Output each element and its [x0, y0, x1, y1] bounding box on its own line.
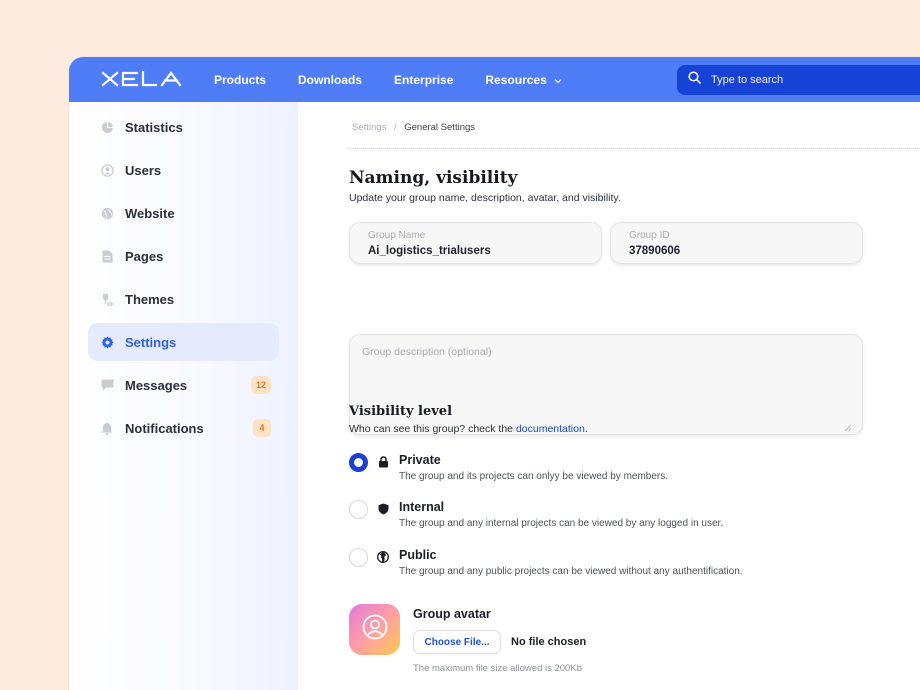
sidebar-item-notifications[interactable]: Notifications 4: [88, 409, 279, 447]
sidebar-item-label: Notifications: [125, 420, 204, 436]
notifications-count-badge: 4: [253, 419, 271, 437]
sidebar-item-label: Statistics: [125, 119, 183, 135]
globe-icon: [377, 551, 389, 563]
group-avatar[interactable]: [349, 604, 400, 655]
group-id-input[interactable]: [629, 245, 854, 257]
sidebar: Statistics Users Website Pages Themes Se…: [69, 102, 298, 690]
nav-downloads[interactable]: Downloads: [298, 73, 362, 87]
documentation-link[interactable]: documentation: [516, 423, 585, 435]
choose-file-button[interactable]: Choose File...: [413, 630, 501, 654]
sidebar-item-label: Themes: [125, 291, 175, 307]
sidebar-item-themes[interactable]: Themes: [88, 280, 279, 318]
sidebar-item-settings[interactable]: Settings: [88, 323, 279, 361]
search-bar[interactable]: [677, 65, 920, 95]
chart-pie-icon: [100, 120, 114, 134]
public-title: Public: [399, 548, 437, 562]
logo-wordmark: [101, 71, 182, 87]
sidebar-item-label: Pages: [125, 248, 164, 264]
gear-icon: [100, 335, 114, 349]
sidebar-item-users[interactable]: Users: [88, 151, 279, 189]
group-avatar-title: Group avatar: [413, 607, 491, 621]
lock-icon: [377, 456, 389, 468]
nav-enterprise[interactable]: Enterprise: [394, 73, 453, 87]
bell-icon: [100, 421, 114, 435]
sidebar-item-messages[interactable]: Messages 12: [88, 366, 279, 404]
search-icon: [688, 71, 701, 89]
sidebar-item-label: Messages: [125, 377, 188, 393]
breadcrumb-current: General Settings: [404, 122, 476, 133]
globe-icon: [100, 206, 114, 220]
sidebar-item-website[interactable]: Website: [88, 194, 279, 232]
group-name-label: Group Name: [368, 230, 426, 241]
xela-logo[interactable]: [101, 71, 185, 87]
sidebar-item-statistics[interactable]: Statistics: [88, 108, 279, 146]
public-description: The group and any public projects can be…: [399, 566, 743, 577]
nav-enterprise-label: Enterprise: [394, 72, 454, 87]
visibility-option-public[interactable]: Public The group and any public projects…: [349, 548, 743, 577]
resize-handle-icon[interactable]: [844, 419, 852, 432]
sidebar-item-label: Settings: [125, 334, 177, 350]
nav-downloads-label: Downloads: [298, 72, 363, 87]
private-title: Private: [399, 453, 441, 467]
private-description: The group and its projects can onlyy be …: [399, 471, 669, 482]
group-description-field[interactable]: [349, 334, 863, 435]
section-divider: [348, 148, 920, 149]
section-title: Naming, visibility: [349, 168, 518, 188]
group-id-field[interactable]: Group ID: [610, 222, 863, 264]
group-name-input[interactable]: [368, 245, 593, 257]
visibility-subtitle: Who can see this group? check the docume…: [349, 423, 588, 435]
public-radio[interactable]: [349, 548, 368, 567]
chat-icon: [100, 378, 114, 392]
group-id-label: Group ID: [629, 230, 670, 241]
nav-links: Products Downloads Enterprise Resources: [214, 57, 594, 102]
internal-description: The group and any internal projects can …: [399, 518, 724, 529]
search-input[interactable]: [711, 74, 901, 86]
visibility-option-private[interactable]: Private The group and its projects can o…: [349, 453, 668, 482]
nav-resources[interactable]: Resources: [485, 72, 562, 87]
nav-resources-label: Resources: [485, 72, 547, 87]
app-window: Products Downloads Enterprise Resources …: [69, 57, 920, 690]
sidebar-item-label: Users: [125, 162, 162, 178]
brush-icon: [100, 292, 114, 306]
private-radio[interactable]: [349, 453, 368, 472]
sidebar-item-pages[interactable]: Pages: [88, 237, 279, 275]
breadcrumb-separator: /: [393, 122, 397, 133]
visibility-subtitle-suffix: .: [584, 423, 588, 435]
user-icon: [100, 163, 114, 177]
visibility-title: Visibility level: [349, 404, 453, 419]
file-size-hint: The maximum file size allowed is 200Kb: [413, 663, 582, 674]
no-file-chosen-text: No file chosen: [511, 636, 587, 648]
internal-title: Internal: [399, 500, 445, 514]
user-avatar-icon: [362, 614, 388, 645]
top-navbar: Products Downloads Enterprise Resources: [69, 57, 920, 102]
visibility-subtitle-text: Who can see this group? check the: [349, 423, 516, 435]
sidebar-item-label: Website: [125, 205, 175, 221]
document-icon: [100, 249, 114, 263]
visibility-option-internal[interactable]: Internal The group and any internal proj…: [349, 500, 723, 529]
internal-radio[interactable]: [349, 500, 368, 519]
nav-products[interactable]: Products: [214, 73, 266, 87]
shield-icon: [377, 503, 389, 515]
section-subtitle: Update your group name, description, ava…: [349, 192, 621, 204]
nav-products-label: Products: [214, 72, 267, 87]
breadcrumb: Settings / General Settings: [352, 122, 475, 133]
breadcrumb-parent[interactable]: Settings: [352, 122, 386, 133]
group-name-field[interactable]: Group Name: [349, 222, 602, 264]
main-content: Settings / General Settings Naming, visi…: [298, 102, 920, 690]
messages-count-badge: 12: [250, 376, 271, 394]
chevron-down-icon: [554, 73, 562, 87]
